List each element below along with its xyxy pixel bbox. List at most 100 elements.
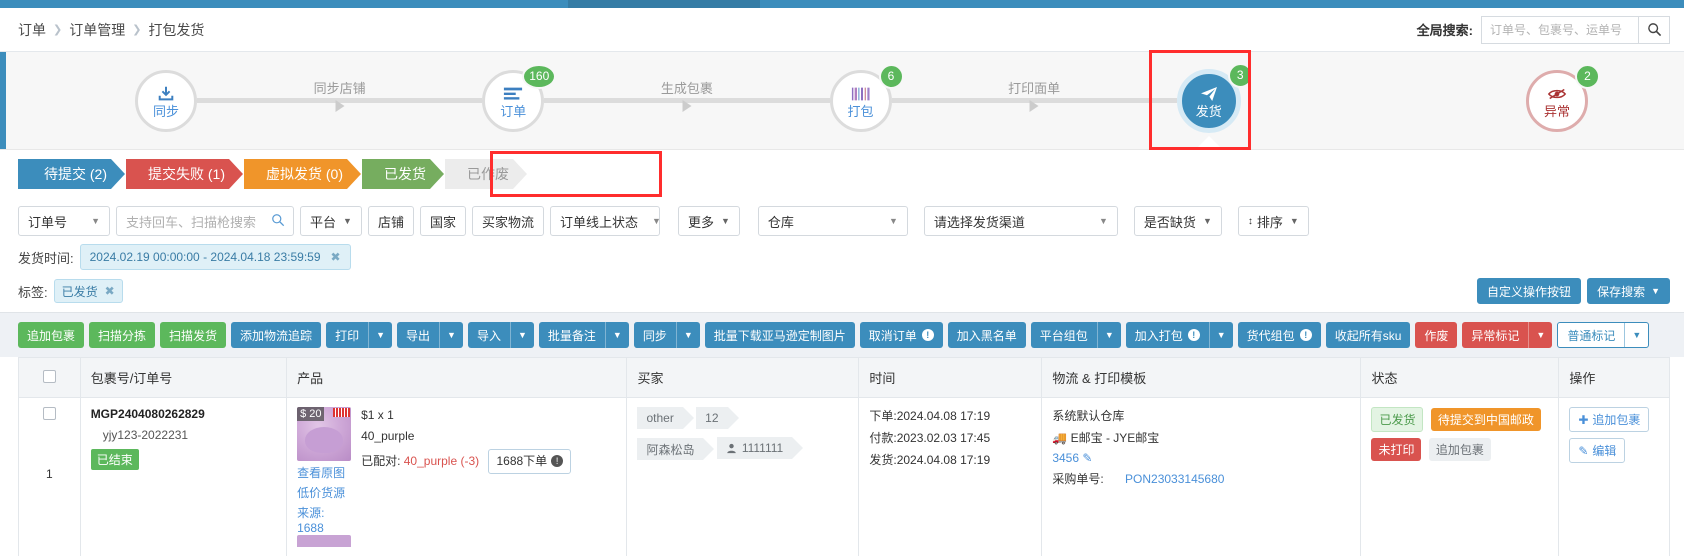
breadcrumb-item-1[interactable]: 订单管理 [69,20,125,40]
chevron-down-icon[interactable]: ▼ [509,322,534,348]
tab-submit-failed[interactable]: 提交失败 (1) [126,159,243,189]
ship-time: 发货:2024.04.08 17:19 [869,453,991,467]
toolbar-add-to-packing[interactable]: 加入打包 ! ▼ [1125,322,1233,348]
toolbar-normal-mark[interactable]: 普通标记 ▼ [1557,322,1650,348]
ship-channel-select[interactable]: 请选择发货渠道 ▼ [923,206,1118,236]
arrow-right-icon [335,99,345,112]
chevron-down-icon: ▼ [1651,286,1660,296]
edit-icon[interactable]: ✎ [1082,451,1092,465]
chevron-down-icon[interactable]: ▼ [1208,322,1233,348]
product-image[interactable]: $ 20 [297,407,352,461]
package-no[interactable]: MGP2404080262829 [91,407,276,421]
cell-buyer: other 12 阿森松岛 1111111 [626,397,860,556]
product-cell: $ 20 查看原图 低价货源 来源: 1688 $1 x 1 40_purple [297,407,616,535]
toolbar-collapse-all-sku[interactable]: 收起所有sku [1325,322,1411,348]
country-filter[interactable]: 国家 [419,206,466,236]
toolbar-platform-group-package[interactable]: 平台组包 ▼ [1030,322,1121,348]
sub-order-no[interactable]: yjy123-2022231 [91,428,276,442]
toolbar-cancel-order[interactable]: 取消订单 ! [859,322,943,348]
status-badge-not-printed: 未打印 [1371,438,1422,461]
tab-voided[interactable]: 已作废 [445,159,527,189]
step-sync-circle[interactable]: 同步 [135,69,197,132]
chevron-down-icon[interactable]: ▼ [1528,322,1552,348]
toolbar-export[interactable]: 导出 ▼ [397,322,463,348]
chevron-down-icon[interactable]: ▼ [604,322,629,348]
image-marker-icon [333,408,351,417]
tracking-number[interactable]: 3456 [1052,451,1079,465]
order-1688-button[interactable]: 1688下单 ! [488,449,572,474]
search-icon [1647,23,1661,37]
step-ship[interactable]: 发货 3 [1148,49,1253,150]
toolbar-import[interactable]: 导入 ▼ [467,322,534,348]
tag-chip-shipped[interactable]: 已发货 ✖ [53,279,123,303]
ship-time-range-chip[interactable]: 2024.02.19 00:00:00 - 2024.04.18 23:59:5… [79,244,351,270]
order-no-type-select[interactable]: 订单号 ▼ [18,206,110,236]
shop-filter[interactable]: 店铺 [367,206,414,236]
close-icon[interactable]: ✖ [331,250,341,264]
toolbar-add-package[interactable]: 追加包裹 [18,322,85,348]
toolbar-void[interactable]: 作废 [1415,322,1458,348]
view-original-image-link[interactable]: 查看原图 [297,464,351,481]
save-search-button[interactable]: 保存搜索 ▼ [1587,278,1670,304]
toolbar-sync[interactable]: 同步 ▼ [633,322,700,348]
op-add-package-button[interactable]: ✚ 追加包裹 [1569,407,1650,432]
action-toolbar-wrap: 追加包裹 扫描分拣 扫描发货 添加物流追踪 打印 ▼ 导出 ▼ 导入 ▼ 批量备… [0,312,1684,357]
chevron-down-icon[interactable]: ▼ [439,322,463,348]
row-checkbox[interactable] [42,407,56,420]
toolbar-print[interactable]: 打印 ▼ [326,322,392,348]
filter-row-1: 订单号 ▼ 支持回车、扫描枪搜索 平台 ▼ 店铺 国家 买家物流 订单线上状态 … [18,206,1670,236]
order-online-status-filter[interactable]: 订单线上状态 ▼ [549,206,661,236]
step-exception[interactable]: 异常 2 [1526,63,1600,132]
buyer-logistics-filter[interactable]: 买家物流 [471,206,544,236]
sort-filter[interactable]: ↕ 排序 ▼ [1237,206,1309,236]
close-icon[interactable]: ✖ [105,284,115,298]
source-label[interactable]: 来源: 1688 [297,504,351,535]
op-edit-button[interactable]: ✎ 编辑 [1569,438,1626,463]
step-ship-label: 发货 [1195,103,1222,119]
cell-product: $ 20 查看原图 低价货源 来源: 1688 $1 x 1 40_purple [286,397,628,556]
po-value[interactable]: PON23033145680 [1125,472,1224,486]
global-search-button[interactable] [1639,15,1670,44]
tab-shipped[interactable]: 已发货 [362,159,444,189]
step-sync[interactable]: 同步 [135,69,197,132]
toolbar-batch-remark[interactable]: 批量备注 ▼ [538,322,629,348]
more-filter[interactable]: 更多 ▼ [677,206,740,236]
filter-panel: 订单号 ▼ 支持回车、扫描枪搜索 平台 ▼ 店铺 国家 买家物流 订单线上状态 … [0,198,1684,304]
breadcrumb-item-0[interactable]: 订单 [18,20,46,40]
warehouse-select[interactable]: 仓库 ▼ [757,206,908,236]
toolbar-exception-mark[interactable]: 异常标记 ▼ [1462,322,1553,348]
search-input[interactable]: 支持回车、扫描枪搜索 [116,206,294,236]
breadcrumb-separator-icon: ❯ [53,24,63,36]
chevron-down-icon[interactable]: ▼ [675,322,700,348]
step-pack[interactable]: 打包 6 [829,63,904,132]
toolbar-batch-download-amazon-custom-images[interactable]: 批量下载亚马逊定制图片 [704,322,855,348]
out-of-stock-filter[interactable]: 是否缺货 ▼ [1133,206,1222,236]
chevron-down-icon[interactable]: ▼ [368,322,392,348]
toolbar-scan-sort[interactable]: 扫描分拣 [89,322,156,348]
product-price-overlay: $ 20 [297,407,325,421]
select-all-checkbox[interactable] [42,369,56,383]
toolbar-forwarder-group-package[interactable]: 货代组包 ! [1237,322,1321,348]
custom-action-buttons-button[interactable]: 自定义操作按钮 [1477,278,1582,304]
buyer-count-chip: 12 [696,407,740,429]
order-time: 下单:2024.04.08 17:19 [869,409,991,423]
connector-order-to-pack: 生成包裹 [544,70,830,132]
po-line: 采购单号: PON23033145680 [1052,470,1350,487]
toolbar-add-tracking[interactable]: 添加物流追踪 [231,322,322,348]
step-order[interactable]: 订单 160 [482,63,557,132]
toolbar-add-blacklist[interactable]: 加入黑名单 [947,322,1026,348]
low-price-source-link[interactable]: 低价货源 [297,484,351,501]
arrow-right-icon [682,99,692,112]
tab-virtual-ship[interactable]: 虚拟发货 (0) [244,159,361,189]
header-time: 时间 [858,357,1043,398]
toolbar-scan-ship[interactable]: 扫描发货 [160,322,227,348]
header-product: 产品 [286,357,628,398]
chevron-down-icon[interactable]: ▼ [1624,323,1648,347]
chevron-down-icon[interactable]: ▼ [1096,322,1121,348]
step-order-label: 订单 [500,103,527,119]
header-buyer: 买家 [626,357,860,398]
platform-filter[interactable]: 平台 ▼ [300,206,362,236]
tab-pending-submit[interactable]: 待提交 (2) [18,159,125,189]
ship-time-range-value: 2024.02.19 00:00:00 - 2024.04.18 23:59:5… [89,250,321,264]
global-search-input[interactable] [1481,15,1639,44]
